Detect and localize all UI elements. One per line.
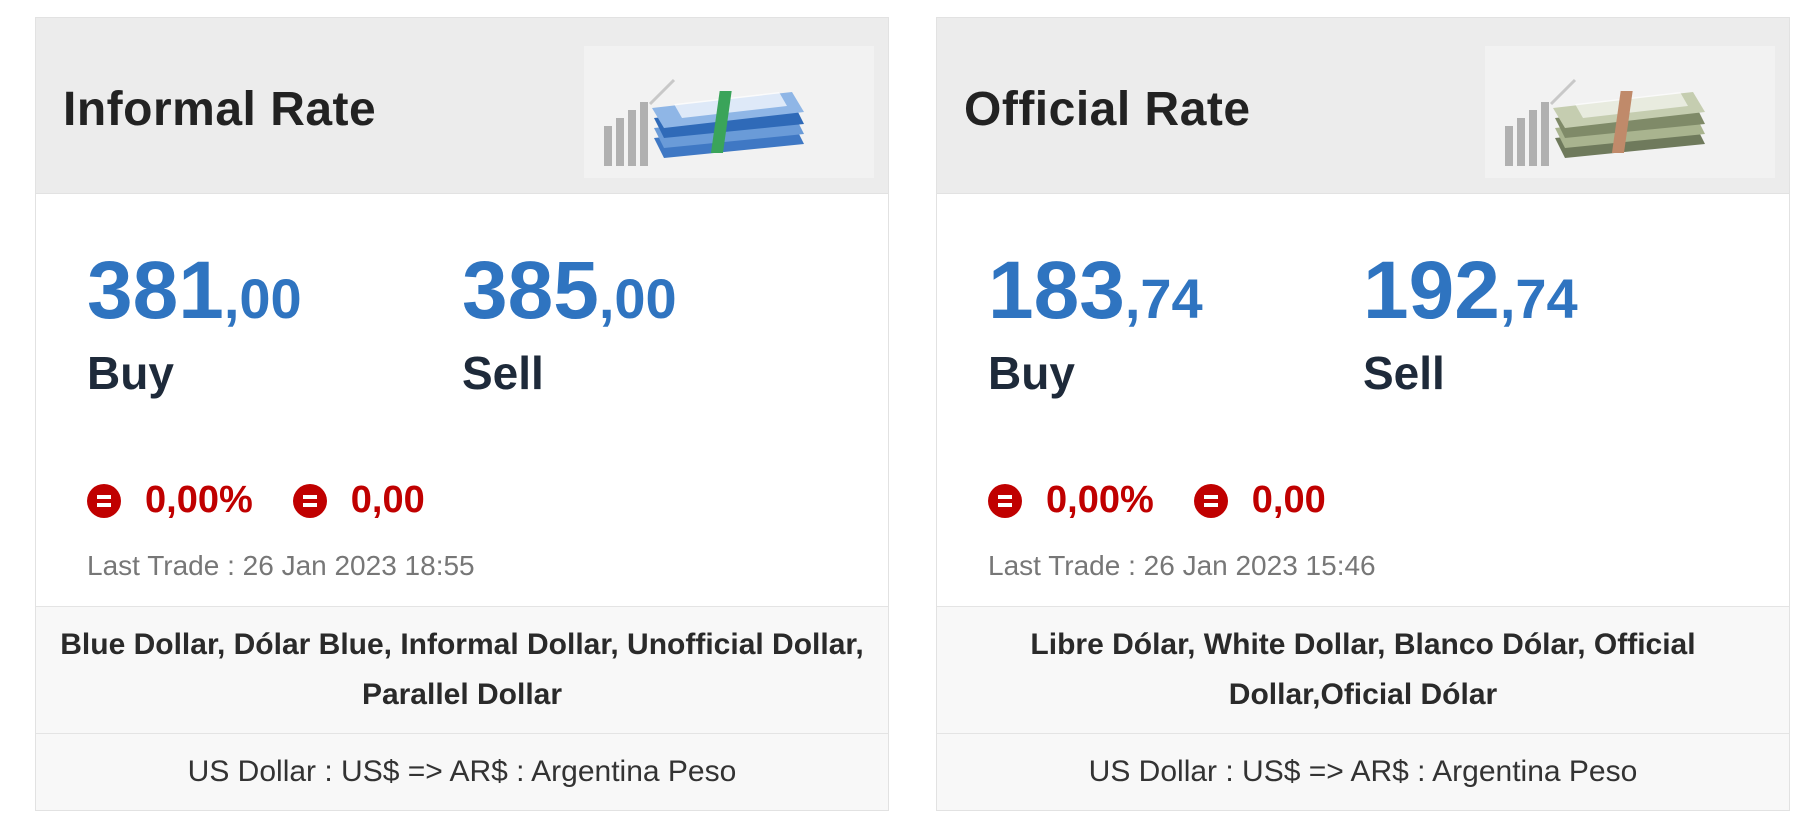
sell-value-dec: ,74 bbox=[1499, 267, 1578, 330]
buy-value-dec: ,74 bbox=[1124, 267, 1203, 330]
sell-rate: 192,74 Sell bbox=[1363, 244, 1578, 400]
last-trade: Last Trade : 26 Jan 2023 15:46 bbox=[988, 550, 1376, 581]
buy-value-dec: ,00 bbox=[223, 267, 302, 330]
buy-label: Buy bbox=[87, 347, 174, 399]
buy-rate: 183,74 Buy bbox=[988, 244, 1203, 400]
change-value: 0,00 bbox=[1251, 479, 1326, 521]
change-percent: 0,00% bbox=[1046, 479, 1154, 521]
change-row: 0,00% 0,00 bbox=[87, 479, 425, 522]
no-change-icon bbox=[292, 483, 327, 518]
buy-label: Buy bbox=[988, 347, 1075, 399]
change-percent: 0,00% bbox=[145, 479, 253, 521]
sell-rate: 385,00 Sell bbox=[462, 244, 677, 400]
informal-rate-card: Informal Rate 381,00 Buy 385,00 Sell 0,0… bbox=[35, 17, 889, 811]
sell-label: Sell bbox=[462, 347, 544, 399]
currency-pair: US Dollar : US$ => AR$ : Argentina Peso bbox=[36, 734, 888, 810]
buy-value-int: 183 bbox=[988, 245, 1125, 336]
no-change-icon bbox=[988, 483, 1022, 518]
official-rate-card: Official Rate 183,74 Buy 192,74 Sell 0,0… bbox=[936, 17, 1790, 811]
sell-value-int: 385 bbox=[462, 245, 599, 336]
no-change-icon bbox=[1193, 483, 1228, 518]
last-trade: Last Trade : 26 Jan 2023 18:55 bbox=[87, 550, 475, 581]
sell-label: Sell bbox=[1363, 347, 1445, 399]
buy-value: 381,00 bbox=[87, 244, 302, 338]
card-body: 381,00 Buy 385,00 Sell 0,00% 0,00 Last T… bbox=[36, 194, 888, 606]
buy-rate: 381,00 Buy bbox=[87, 244, 302, 400]
card-header: Informal Rate bbox=[36, 18, 888, 194]
aliases: Blue Dollar, Dólar Blue, Informal Dollar… bbox=[36, 606, 888, 734]
buy-value-int: 381 bbox=[87, 245, 224, 336]
currency-pair: US Dollar : US$ => AR$ : Argentina Peso bbox=[937, 734, 1789, 810]
buy-value: 183,74 bbox=[988, 244, 1203, 338]
sell-value: 385,00 bbox=[462, 244, 677, 338]
sell-value-dec: ,00 bbox=[598, 267, 677, 330]
card-title: Official Rate bbox=[964, 83, 1251, 136]
card-body: 183,74 Buy 192,74 Sell 0,00% 0,00 Last T… bbox=[937, 194, 1789, 606]
dollar-stack-blue-icon bbox=[584, 46, 874, 178]
change-value: 0,00 bbox=[350, 479, 425, 521]
aliases-text: Blue Dollar, Dólar Blue, Informal Dollar… bbox=[60, 628, 864, 711]
aliases-text: Libre Dólar, White Dollar, Blanco Dólar,… bbox=[1030, 628, 1696, 711]
sell-value: 192,74 bbox=[1363, 244, 1578, 338]
change-row: 0,00% 0,00 bbox=[988, 479, 1326, 522]
aliases: Libre Dólar, White Dollar, Blanco Dólar,… bbox=[937, 606, 1789, 734]
card-title: Informal Rate bbox=[63, 83, 377, 136]
dollar-stack-green-icon bbox=[1485, 46, 1775, 178]
no-change-icon bbox=[87, 483, 121, 518]
card-header: Official Rate bbox=[937, 18, 1789, 194]
sell-value-int: 192 bbox=[1363, 245, 1500, 336]
